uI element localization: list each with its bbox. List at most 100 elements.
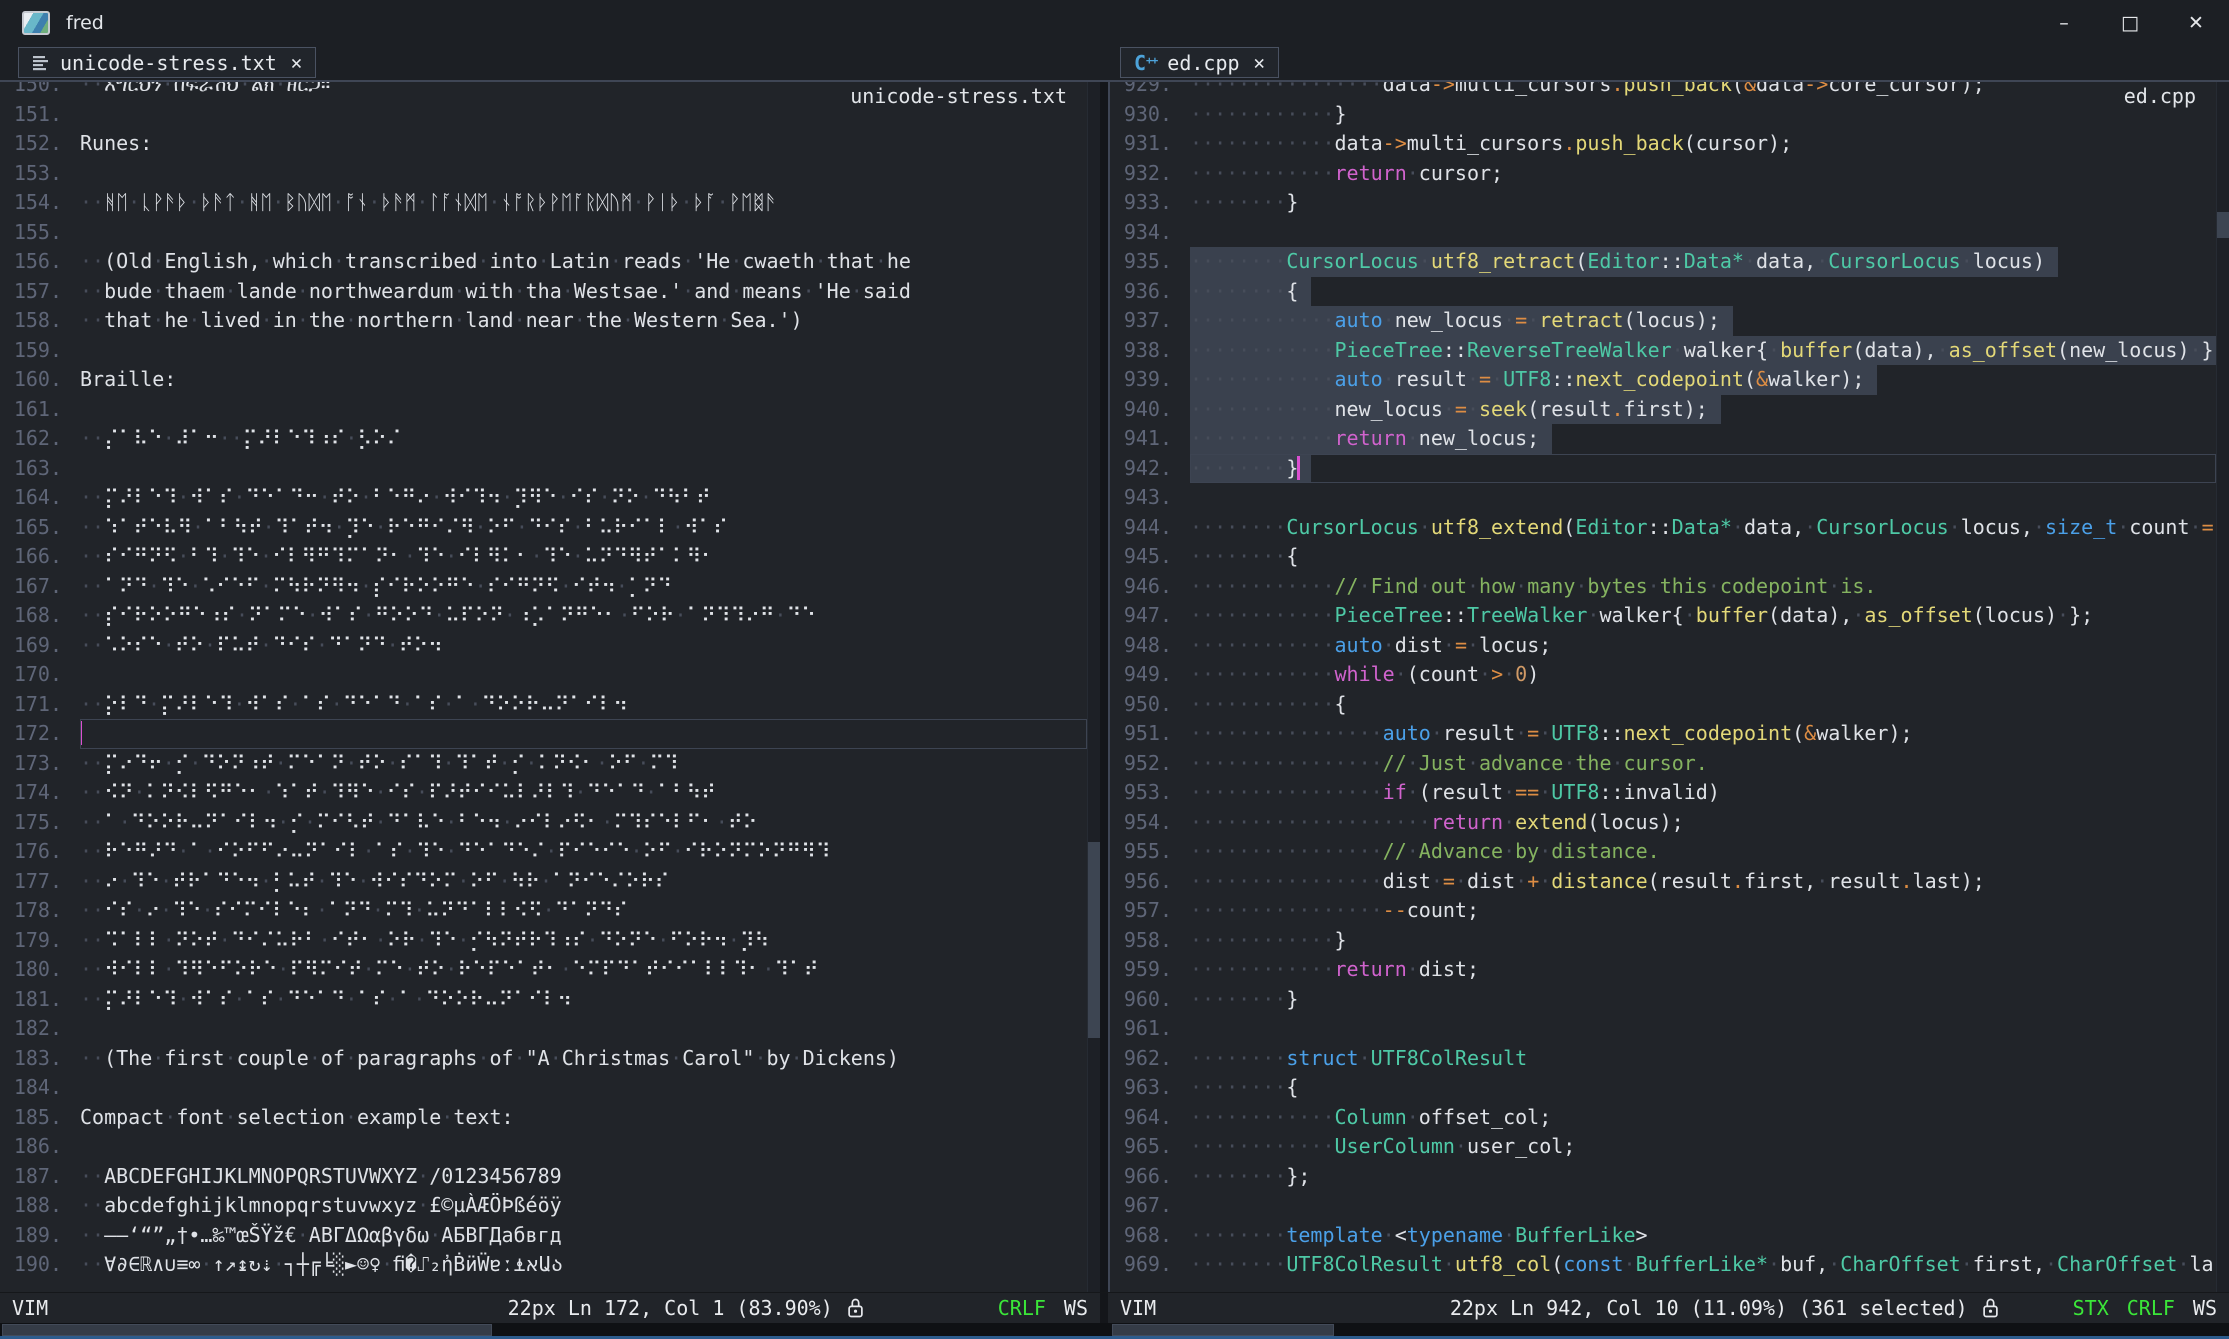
editor-line[interactable]: 933.········} bbox=[1110, 188, 2216, 218]
editor-line[interactable]: 154.··ᚻᛖ·ᚳᚹᚫᚦ·ᚦᚫᛏ·ᚻᛖ·ᛒᚢᛞᛖ·ᚩᚾ·ᚦᚫᛗ·ᛚᚪᚾᛞᛖ·ᚾ… bbox=[0, 188, 1087, 218]
editor-line[interactable]: 159. bbox=[0, 336, 1087, 366]
editor-line[interactable]: 163. bbox=[0, 454, 1087, 484]
close-button[interactable]: ✕ bbox=[2163, 0, 2229, 45]
editor-line[interactable]: 175.··⠁·⠙⠕⠕⠗⠤⠝⠁⠊⠇⠲·⡊·⠍⠊⠣⠞·⠙⠁⠧⠑·⠃⠑⠲·⠔⠊⠇⠔⠫… bbox=[0, 808, 1087, 838]
tab-unicode-stress-txt[interactable]: unicode-stress.txt ✕ bbox=[18, 47, 316, 78]
editor-line[interactable]: 940.············new_locus·=·seek(result.… bbox=[1110, 395, 2216, 425]
editor-line[interactable]: 185.Compact·font·selection·example·text: bbox=[0, 1103, 1087, 1133]
editor-line[interactable]: 957.················--count; bbox=[1110, 896, 2216, 926]
editor-line[interactable]: 938.············PieceTree::ReverseTreeWa… bbox=[1110, 336, 2216, 366]
editor-line[interactable]: 164.··⡍⠜⠇⠑⠹·⠺⠁⠎·⠙⠑⠁⠙⠒·⠞⠕·⠃⠑⠛⠔·⠺⠊⠹⠲·⡹⠻⠑·⠊… bbox=[0, 483, 1087, 513]
editor-line[interactable]: 181.··⡍⠜⠇⠑⠹·⠺⠁⠎·⠁⠎·⠙⠑⠁⠙·⠁⠎·⠁·⠙⠕⠕⠗⠤⠝⠁⠊⠇⠲ bbox=[0, 985, 1087, 1015]
editor-line[interactable]: 969.········UTF8ColResult·utf8_col(const… bbox=[1110, 1250, 2216, 1280]
editor-line[interactable]: 966.········}; bbox=[1110, 1162, 2216, 1192]
editor-line[interactable]: 937.············auto·new_locus·=·retract… bbox=[1110, 306, 2216, 336]
editor-line[interactable]: 948.············auto·dist·=·locus; bbox=[1110, 631, 2216, 661]
code-viewport[interactable]: 929.················data->multi_cursors.… bbox=[1110, 82, 2216, 1292]
editor-line[interactable]: 165.··⠱⠁⠞⠑⠧⠻·⠁⠃⠳⠞·⠹⠁⠞⠲·⡹⠑·⠗⠑⠛⠊⠌⠻·⠕⠋·⠙⠊⠎·… bbox=[0, 513, 1087, 543]
pane-divider[interactable] bbox=[1100, 82, 1108, 1292]
editor-line[interactable]: 182. bbox=[0, 1014, 1087, 1044]
editor-line[interactable]: 190.··∀∂∈ℝ∧∪≡∞·↑↗↨↻⇣·┐┼╔╘░►☺♀·ﬁ�⑀₂ἠḂӥẄɐː… bbox=[0, 1250, 1087, 1280]
editor-line[interactable]: 954.····················return·extend(lo… bbox=[1110, 808, 2216, 838]
editor-line[interactable]: 179.··⠩⠁⠇⠇·⠝⠕⠞·⠙⠊⠌⠥⠗⠃·⠊⠞⠂·⠕⠗·⠹⠑·⡊⠳⠝⠞⠗⠹⠰⠎… bbox=[0, 926, 1087, 956]
scrollbar-thumb[interactable] bbox=[1112, 1324, 1334, 1336]
tab-close-icon[interactable]: ✕ bbox=[291, 52, 302, 74]
editor-line[interactable]: 942.········} bbox=[1110, 454, 2216, 484]
editor-line[interactable]: 968.········template·<typename·BufferLik… bbox=[1110, 1221, 2216, 1251]
editor-line[interactable]: 960.········} bbox=[1110, 985, 2216, 1015]
editor-line[interactable]: 169.··⠡⠕⠎⠑·⠞⠕·⠏⠥⠞·⠙⠊⠎·⠙⠁⠝⠙·⠞⠕⠲ bbox=[0, 631, 1087, 661]
editor-pane-left[interactable]: 150.··እግርህን·በፍራሽህ·ልክ·ዘርጋ።151.152.Runes:1… bbox=[0, 82, 1100, 1292]
editor-line[interactable]: 167.··⠁⠝⠙·⠹⠑·⠡⠊⠑⠋·⠍⠳⠗⠝⠻⠲·⡎⠊⠗⠕⠕⠛⠑·⠎⠊⠛⠝⠫·⠊… bbox=[0, 572, 1087, 602]
editor-line[interactable]: 152.Runes: bbox=[0, 129, 1087, 159]
editor-line[interactable]: 963.········{ bbox=[1110, 1073, 2216, 1103]
editor-line[interactable]: 177.··⠔·⠹⠑·⠞⠗⠁⠙⠑⠲·⡃⠥⠞·⠹⠑·⠺⠊⠎⠙⠕⠍·⠕⠋·⠳⠗·⠁⠝… bbox=[0, 867, 1087, 897]
editor-line[interactable]: 947.············PieceTree::TreeWalker·wa… bbox=[1110, 601, 2216, 631]
editor-line[interactable]: 934. bbox=[1110, 218, 2216, 248]
scrollbar-thumb[interactable] bbox=[1088, 842, 1100, 1038]
editor-line[interactable]: 186. bbox=[0, 1132, 1087, 1162]
tab-close-icon[interactable]: ✕ bbox=[1254, 52, 1265, 74]
editor-line[interactable]: 187.··ABCDEFGHIJKLMNOPQRSTUVWXYZ·/012345… bbox=[0, 1162, 1087, 1192]
editor-line[interactable]: 161. bbox=[0, 395, 1087, 425]
editor-line[interactable]: 931.············data->multi_cursors.push… bbox=[1110, 129, 2216, 159]
editor-line[interactable]: 951.················auto·result·=·UTF8::… bbox=[1110, 719, 2216, 749]
editor-line[interactable]: 964.············Column·offset_col; bbox=[1110, 1103, 2216, 1133]
editor-line[interactable]: 949.············while·(count·>·0) bbox=[1110, 660, 2216, 690]
editor-line[interactable]: 158.··that·he·lived·in·the·northern·land… bbox=[0, 306, 1087, 336]
editor-line[interactable]: 160.Braille: bbox=[0, 365, 1087, 395]
editor-line[interactable]: 945.········{ bbox=[1110, 542, 2216, 572]
editor-line[interactable]: 943. bbox=[1110, 483, 2216, 513]
editor-line[interactable]: 929.················data->multi_cursors.… bbox=[1110, 82, 2216, 100]
editor-line[interactable]: 959.············return·dist; bbox=[1110, 955, 2216, 985]
editor-line[interactable]: 935.········CursorLocus·utf8_retract(Edi… bbox=[1110, 247, 2216, 277]
minimize-button[interactable]: – bbox=[2031, 0, 2097, 45]
editor-line[interactable]: 958.············} bbox=[1110, 926, 2216, 956]
editor-pane-right[interactable]: 929.················data->multi_cursors.… bbox=[1108, 82, 2229, 1292]
editor-line[interactable]: 961. bbox=[1110, 1014, 2216, 1044]
tab-ed-cpp[interactable]: C++ ed.cpp ✕ bbox=[1120, 47, 1279, 78]
editor-line[interactable]: 967. bbox=[1110, 1191, 2216, 1221]
editor-line[interactable]: 956.················dist·=·dist·+·distan… bbox=[1110, 867, 2216, 897]
editor-line[interactable]: 172. bbox=[0, 719, 1087, 749]
line-number: 175. bbox=[0, 808, 80, 838]
editor-line[interactable]: 946.············//·Find·out·how·many·byt… bbox=[1110, 572, 2216, 602]
editor-line[interactable]: 156.··(Old·English,·which·transcribed·in… bbox=[0, 247, 1087, 277]
maximize-button[interactable]: □ bbox=[2097, 0, 2163, 45]
editor-line[interactable]: 170. bbox=[0, 660, 1087, 690]
editor-line[interactable]: 184. bbox=[0, 1073, 1087, 1103]
editor-line[interactable]: 941.············return·new_locus; bbox=[1110, 424, 2216, 454]
editor-line[interactable]: 174.··⠪⠝·⠅⠝⠪⠇⠫⠛⠑⠂·⠱⠁⠞·⠹⠻⠑·⠊⠎·⠏⠜⠞⠊⠊⠥⠇⠜⠇⠹·… bbox=[0, 778, 1087, 808]
scrollbar-thumb[interactable] bbox=[2, 1324, 492, 1336]
editor-line[interactable]: 166.··⠎⠊⠛⠝⠫·⠃⠹·⠹⠑·⠊⠇⠻⠛⠹⠍⠁⠝⠂·⠹⠑·⠊⠇⠻⠅⠂·⠹⠑·… bbox=[0, 542, 1087, 572]
editor-line[interactable]: 171.··⡕⠇⠙·⡍⠜⠇⠑⠹·⠺⠁⠎·⠁⠎·⠙⠑⠁⠙·⠁⠎·⠁·⠙⠕⠕⠗⠤⠝⠁… bbox=[0, 690, 1087, 720]
editor-line[interactable]: 965.············UserColumn·user_col; bbox=[1110, 1132, 2216, 1162]
editor-line[interactable]: 176.··⠗⠑⠛⠜⠙·⠁·⠊⠕⠋⠋⠔⠤⠝⠁⠊⠇·⠁⠎·⠹⠑·⠙⠑⠁⠙⠑⠌·⠏⠊… bbox=[0, 837, 1087, 867]
editor-line[interactable]: 953.················if·(result·==·UTF8::… bbox=[1110, 778, 2216, 808]
text-viewport[interactable]: 150.··እግርህን·በፍራሽህ·ልክ·ዘርጋ።151.152.Runes:1… bbox=[0, 82, 1087, 1292]
editor-line[interactable]: 955.················//·Advance·by·distan… bbox=[1110, 837, 2216, 867]
line-number: 165. bbox=[0, 513, 80, 543]
editor-line[interactable]: 173.··⡍⠔⠙⠖·⡊·⠙⠕⠝⠰⠞·⠍⠑⠁⠝·⠞⠕·⠎⠁⠹·⠹⠁⠞·⡊·⠅⠝⠪… bbox=[0, 749, 1087, 779]
vertical-scrollbar[interactable] bbox=[1087, 82, 1100, 1292]
scrollbar-thumb[interactable] bbox=[2217, 212, 2229, 238]
editor-line[interactable]: 962.········struct·UTF8ColResult bbox=[1110, 1044, 2216, 1074]
editor-line[interactable]: 952.················//·Just·advance·the·… bbox=[1110, 749, 2216, 779]
editor-line[interactable]: 178.··⠊⠎·⠔·⠹⠑·⠎⠊⠍⠊⠇⠑⠆·⠁⠝⠙·⠍⠹·⠥⠝⠙⠁⠇⠇⠪⠫·⠙⠁… bbox=[0, 896, 1087, 926]
editor-line[interactable]: 153. bbox=[0, 159, 1087, 189]
editor-line[interactable]: 189.··–—‘“”„†•…‰™œŠŸž€·ΑΒΓΔΩαβγδω·АБВГДа… bbox=[0, 1221, 1087, 1251]
editor-line[interactable]: 936.········{ bbox=[1110, 277, 2216, 307]
editor-line[interactable]: 932.············return·cursor; bbox=[1110, 159, 2216, 189]
vertical-scrollbar[interactable] bbox=[2216, 82, 2229, 1292]
editor-line[interactable]: 180.··⠺⠊⠇⠇·⠹⠻⠑⠋⠕⠗⠑·⠏⠻⠍⠊⠞·⠍⠑·⠞⠕·⠗⠑⠏⠑⠁⠞⠂·⠑… bbox=[0, 955, 1087, 985]
editor-line[interactable]: 183.··(The·first·couple·of·paragraphs·of… bbox=[0, 1044, 1087, 1074]
editor-line[interactable]: 939.············auto·result·=·UTF8::next… bbox=[1110, 365, 2216, 395]
editor-line[interactable]: 944.········CursorLocus·utf8_extend(Edit… bbox=[1110, 513, 2216, 543]
editor-line[interactable]: 168.··⡎⠊⠗⠕⠕⠛⠑⠰⠎·⠝⠁⠍⠑·⠺⠁⠎·⠛⠕⠕⠙·⠥⠏⠕⠝·⠰⡡⠁⠝⠛… bbox=[0, 601, 1087, 631]
editor-line[interactable]: 155. bbox=[0, 218, 1087, 248]
editor-line[interactable]: 188.··abcdefghijklmnopqrstuvwxyz·£©µÀÆÖÞ… bbox=[0, 1191, 1087, 1221]
editor-line[interactable]: 157.··bude·thaem·lande·northweardum·with… bbox=[0, 277, 1087, 307]
editor-line[interactable]: 950.············{ bbox=[1110, 690, 2216, 720]
editor-line[interactable]: 162.··⡌⠁⠧⠑·⠼⠁⠒··⡍⠜⠇⠑⠹⠰⠎·⡣⠕⠌ bbox=[0, 424, 1087, 454]
editor-line[interactable]: 930.············} bbox=[1110, 100, 2216, 130]
